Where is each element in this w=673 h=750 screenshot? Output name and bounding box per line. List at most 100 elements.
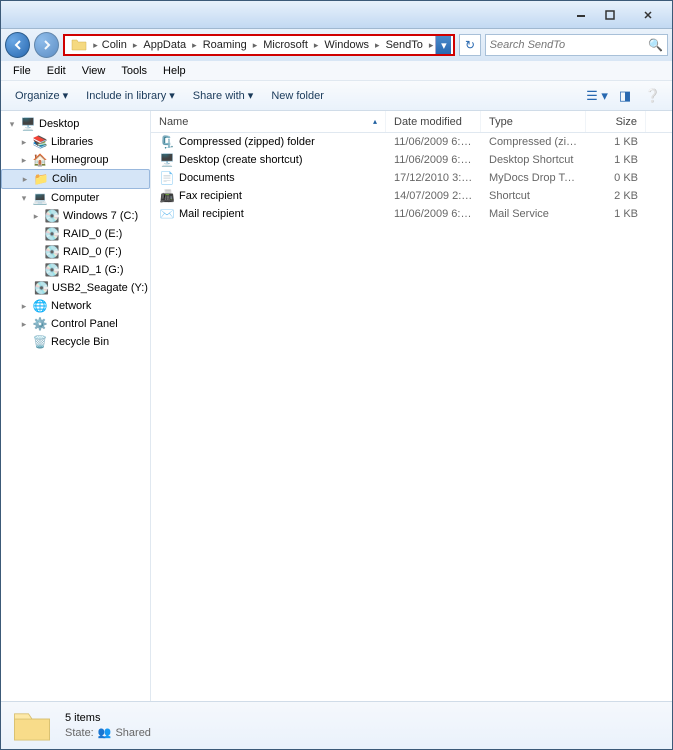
sidebar-item-desktop[interactable]: ▾🖥️Desktop [1, 115, 150, 133]
file-date: 11/06/2009 6:14 AM [386, 154, 481, 166]
sidebar-item-network[interactable]: ▸🌐Network [1, 297, 150, 315]
file-size: 2 KB [586, 190, 646, 202]
homegroup-icon: 🏠 [32, 153, 48, 167]
folder-icon [71, 37, 87, 53]
file-date: 14/07/2009 2:25 PM [386, 190, 481, 202]
column-name[interactable]: Name▴ [151, 111, 386, 132]
breadcrumb-segment[interactable]: Colin [100, 39, 129, 51]
expand-icon[interactable]: ▸ [19, 155, 29, 165]
file-type: Desktop Shortcut [481, 154, 586, 166]
drive-icon: 💽 [44, 227, 60, 241]
sidebar-item-raid-0-f-[interactable]: 💽RAID_0 (F:) [1, 243, 150, 261]
back-button[interactable] [5, 32, 30, 58]
sidebar-item-libraries[interactable]: ▸📚Libraries [1, 133, 150, 151]
sidebar-item-usb2-seagate-y-[interactable]: 💽USB2_Seagate (Y:) [1, 279, 150, 297]
chevron-right-icon[interactable]: ▸ [427, 40, 436, 51]
file-row[interactable]: 🗜️Compressed (zipped) folder11/06/2009 6… [151, 133, 672, 151]
chevron-right-icon[interactable]: ▸ [312, 40, 321, 51]
expand-icon[interactable]: ▸ [31, 211, 41, 221]
breadcrumb-segment[interactable]: AppData [141, 39, 188, 51]
recycle-icon: 🗑️ [32, 335, 48, 349]
network-icon: 🌐 [32, 299, 48, 313]
expand-icon[interactable] [19, 337, 29, 347]
libraries-icon: 📚 [32, 135, 48, 149]
search-input[interactable] [490, 39, 648, 51]
minimize-button[interactable] [567, 6, 595, 24]
file-type: Shortcut [481, 190, 586, 202]
breadcrumb-segment[interactable]: SendTo [384, 39, 425, 51]
file-size: 1 KB [586, 208, 646, 220]
desktop-icon: 🖥️ [159, 152, 175, 168]
navigation-pane[interactable]: ▾🖥️Desktop▸📚Libraries▸🏠Homegroup▸📁Colin▾… [1, 111, 151, 701]
help-button[interactable]: ❔ [642, 86, 664, 106]
sidebar-item-raid-1-g-[interactable]: 💽RAID_1 (G:) [1, 261, 150, 279]
expand-icon[interactable]: ▾ [19, 193, 29, 203]
share-with-button[interactable]: Share with ▾ [187, 86, 260, 105]
new-folder-button[interactable]: New folder [265, 87, 330, 105]
chevron-right-icon[interactable]: ▸ [251, 40, 260, 51]
expand-icon[interactable]: ▸ [19, 319, 29, 329]
file-name: Documents [179, 172, 235, 184]
nav-bar: ▸ Colin▸AppData▸Roaming▸Microsoft▸Window… [1, 29, 672, 61]
expand-icon[interactable] [31, 229, 41, 239]
view-options-button[interactable]: ☰ ▾ [586, 86, 608, 106]
chevron-right-icon[interactable]: ▸ [373, 40, 382, 51]
file-size: 1 KB [586, 154, 646, 166]
file-list-body[interactable]: 🗜️Compressed (zipped) folder11/06/2009 6… [151, 133, 672, 701]
close-button[interactable] [625, 6, 670, 24]
menu-view[interactable]: View [74, 63, 114, 79]
file-row[interactable]: 📄Documents17/12/2010 3:44 PMMyDocs Drop … [151, 169, 672, 187]
chevron-right-icon[interactable]: ▸ [131, 40, 140, 51]
sidebar-item-control-panel[interactable]: ▸⚙️Control Panel [1, 315, 150, 333]
breadcrumb-segment[interactable]: Windows [322, 39, 371, 51]
column-size[interactable]: Size [586, 111, 646, 132]
maximize-button[interactable] [596, 6, 624, 24]
menu-file[interactable]: File [5, 63, 39, 79]
file-date: 17/12/2010 3:44 PM [386, 172, 481, 184]
sidebar-item-homegroup[interactable]: ▸🏠Homegroup [1, 151, 150, 169]
sidebar-item-label: Computer [51, 192, 99, 204]
refresh-button[interactable]: ↻ [459, 34, 480, 56]
file-row[interactable]: 📠Fax recipient14/07/2009 2:25 PMShortcut… [151, 187, 672, 205]
column-type[interactable]: Type [481, 111, 586, 132]
sidebar-item-raid-0-e-[interactable]: 💽RAID_0 (E:) [1, 225, 150, 243]
expand-icon[interactable]: ▾ [7, 119, 17, 129]
shared-icon: 👥 [98, 726, 112, 739]
expand-icon[interactable]: ▸ [20, 174, 30, 184]
breadcrumb-segment[interactable]: Microsoft [261, 39, 310, 51]
menu-bar: FileEditViewToolsHelp [1, 61, 672, 81]
doc-icon: 📄 [159, 170, 175, 186]
address-bar[interactable]: ▸ Colin▸AppData▸Roaming▸Microsoft▸Window… [63, 34, 455, 56]
chevron-right-icon[interactable]: ▸ [190, 40, 199, 51]
file-list: Name▴ Date modified Type Size 🗜️Compress… [151, 111, 672, 701]
organize-button[interactable]: Organize ▾ [9, 86, 74, 105]
include-library-button[interactable]: Include in library ▾ [80, 86, 181, 105]
sidebar-item-label: Network [51, 300, 91, 312]
expand-icon[interactable] [31, 247, 41, 257]
expand-icon[interactable]: ▸ [19, 301, 29, 311]
menu-tools[interactable]: Tools [113, 63, 155, 79]
title-bar [1, 1, 672, 29]
breadcrumb-segment[interactable]: Roaming [201, 39, 249, 51]
forward-button[interactable] [34, 32, 59, 58]
sidebar-item-colin[interactable]: ▸📁Colin [1, 169, 150, 189]
menu-edit[interactable]: Edit [39, 63, 74, 79]
file-row[interactable]: ✉️Mail recipient11/06/2009 6:14 AMMail S… [151, 205, 672, 223]
expand-icon[interactable]: ▸ [19, 137, 29, 147]
sidebar-item-label: Colin [52, 173, 77, 185]
file-row[interactable]: 🖥️Desktop (create shortcut)11/06/2009 6:… [151, 151, 672, 169]
search-box[interactable]: 🔍 [485, 34, 668, 56]
sidebar-item-label: Windows 7 (C:) [63, 210, 138, 222]
column-date[interactable]: Date modified [386, 111, 481, 132]
menu-help[interactable]: Help [155, 63, 194, 79]
sidebar-item-recycle-bin[interactable]: 🗑️Recycle Bin [1, 333, 150, 351]
sidebar-item-computer[interactable]: ▾💻Computer [1, 189, 150, 207]
expand-icon[interactable] [31, 265, 41, 275]
details-pane: 5 items State: 👥 Shared [1, 701, 672, 749]
chevron-right-icon[interactable]: ▸ [91, 40, 100, 51]
file-size: 1 KB [586, 136, 646, 148]
address-dropdown[interactable]: ▾ [435, 36, 451, 54]
sidebar-item-windows-7-c-[interactable]: ▸💽Windows 7 (C:) [1, 207, 150, 225]
folder-icon [11, 705, 53, 747]
preview-pane-button[interactable]: ◨ [614, 86, 636, 106]
